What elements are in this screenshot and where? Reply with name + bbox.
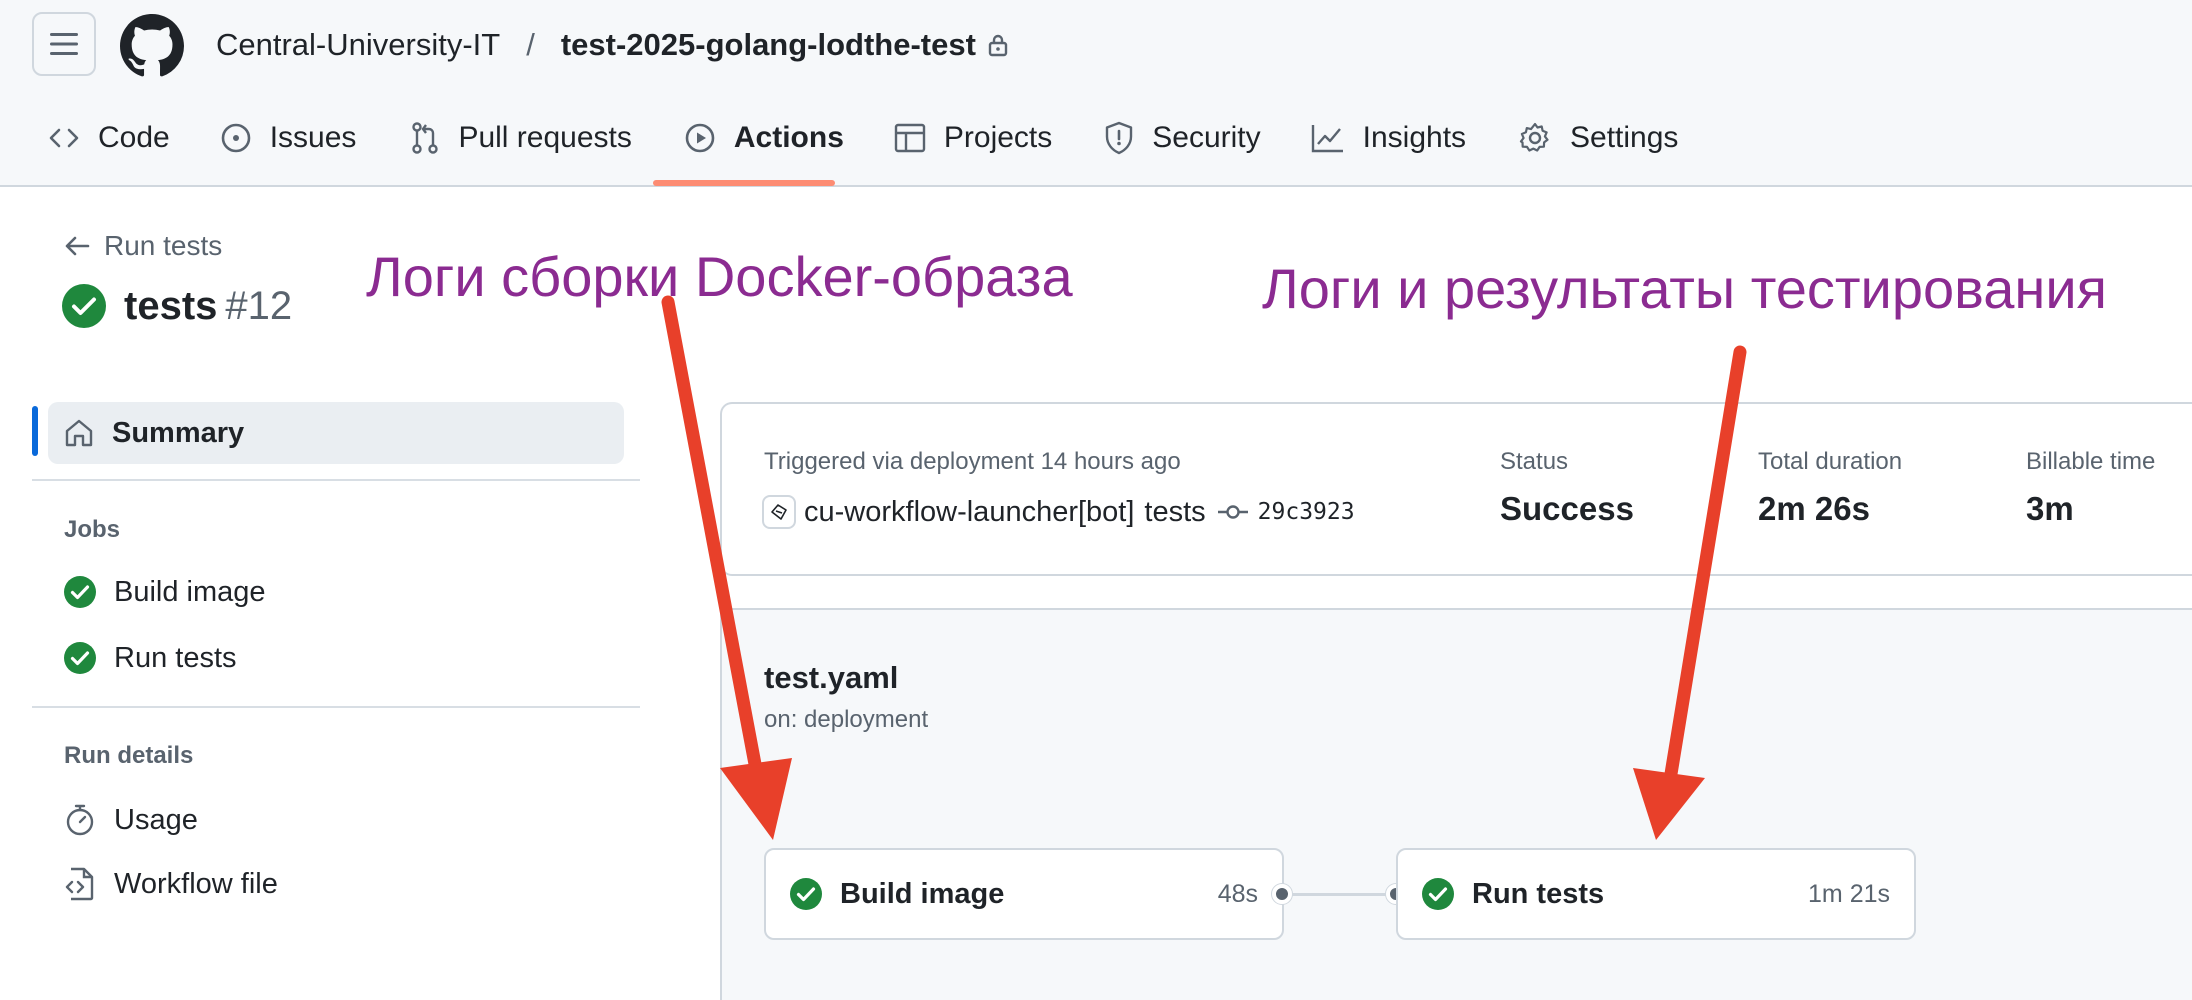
play-circle-icon (684, 122, 716, 154)
tab-code-label: Code (98, 120, 170, 154)
tab-settings[interactable]: Settings (1518, 110, 1678, 187)
workflow-graph: test.yaml on: deployment Build image 48s… (720, 608, 2192, 1000)
check-circle-fill-icon (790, 878, 822, 910)
sidebar-item-build-image[interactable]: Build image (64, 572, 266, 612)
run-title: tests #12 (62, 280, 292, 332)
code-icon (48, 124, 80, 152)
annotation-build-logs: Логи сборки Docker-образа (366, 245, 1073, 308)
sidebar-job-label: Run tests (114, 641, 237, 674)
actor-row: cu-workflow-launcher[bot] tests 29c3923 (762, 492, 1355, 532)
sidebar-item-run-tests[interactable]: Run tests (64, 638, 237, 678)
sidebar-workflow-file-label: Workflow file (114, 867, 278, 900)
billable-column: Billable time 3m (2026, 448, 2155, 528)
issue-circle-icon (220, 122, 252, 154)
sidebar-item-workflow-file[interactable]: Workflow file (64, 864, 278, 904)
pull-request-icon (410, 121, 440, 155)
repo-nav: Code Issues Pull requests Actions Projec… (0, 110, 1678, 187)
annotation-test-logs: Логи и результаты тестирования (1262, 257, 2107, 320)
triggered-text: Triggered via deployment 14 hours ago (764, 448, 1181, 475)
tab-pull-requests-label: Pull requests (458, 120, 632, 154)
bot-logo-icon (771, 504, 787, 520)
active-tab-underline (653, 180, 835, 186)
tab-actions-label: Actions (733, 120, 844, 154)
billable-label: Billable time (2026, 448, 2156, 475)
tab-security[interactable]: Security (1104, 110, 1261, 187)
table-icon (894, 123, 926, 153)
run-details-section-title: Run details (64, 742, 194, 769)
jobs-section-title: Jobs (64, 516, 121, 543)
commit-sha-link[interactable]: 29c3923 (1258, 499, 1355, 525)
check-circle-fill-icon (64, 576, 96, 608)
tab-insights-label: Insights (1362, 120, 1467, 154)
job-card-run-tests[interactable]: Run tests 1m 21s (1396, 848, 1916, 940)
tab-projects[interactable]: Projects (894, 110, 1052, 187)
shield-icon (1104, 121, 1134, 155)
job-duration: 1m 21s (1808, 879, 1890, 908)
arrow-left-icon (64, 234, 90, 258)
sidebar-item-summary[interactable]: Summary (48, 402, 624, 464)
status-label: Status (1500, 448, 1569, 475)
bot-avatar[interactable] (762, 495, 796, 529)
sidebar-job-label: Build image (114, 575, 266, 608)
summary-active-indicator (32, 406, 38, 456)
duration-column: Total duration 2m 26s (1758, 448, 1902, 528)
page: Central-University-IT / test-2025-golang… (0, 0, 2192, 1000)
repo-header: Central-University-IT / test-2025-golang… (0, 0, 2192, 187)
hamburger-icon (50, 33, 78, 55)
back-link-label: Run tests (104, 230, 223, 261)
tab-issues-label: Issues (269, 120, 357, 154)
tab-actions[interactable]: Actions (684, 110, 844, 187)
file-code-icon (64, 867, 96, 901)
sidebar-divider (32, 706, 640, 708)
breadcrumb-owner-link[interactable]: Central-University-IT (216, 27, 500, 63)
breadcrumb: Central-University-IT / test-2025-golang… (216, 22, 1008, 68)
run-name: tests (124, 283, 218, 328)
breadcrumb-separator: / (526, 27, 535, 62)
check-circle-fill-icon (64, 642, 96, 674)
lock-icon (988, 33, 1008, 57)
tab-code[interactable]: Code (48, 110, 170, 187)
status-column: Status Success (1500, 448, 1634, 528)
hamburger-menu-button[interactable] (32, 12, 96, 76)
event-name: tests (1144, 495, 1206, 528)
workflow-file-name[interactable]: test.yaml (764, 660, 898, 696)
gear-icon (1518, 121, 1552, 155)
job-output-dot (1272, 884, 1292, 904)
sidebar-divider (32, 479, 640, 481)
stopwatch-icon (64, 803, 96, 837)
github-logo-icon[interactable] (120, 14, 184, 78)
sidebar-item-usage[interactable]: Usage (64, 800, 198, 840)
check-circle-fill-icon (1422, 878, 1454, 910)
billable-value: 3m (2026, 490, 2074, 527)
tab-insights[interactable]: Insights (1311, 110, 1466, 187)
home-icon (64, 418, 94, 448)
tab-security-label: Security (1152, 120, 1261, 154)
run-number: #12 (225, 283, 293, 328)
git-commit-icon (1217, 503, 1248, 521)
run-summary-card: Triggered via deployment 14 hours ago cu… (720, 402, 2192, 576)
workflow-trigger: on: deployment (764, 706, 929, 733)
job-duration: 48s (1217, 879, 1258, 908)
tab-pull-requests[interactable]: Pull requests (410, 110, 632, 187)
job-name: Build image (840, 877, 1005, 910)
back-to-workflow-link[interactable]: Run tests (64, 228, 222, 264)
sidebar-usage-label: Usage (114, 803, 198, 836)
duration-label: Total duration (1758, 448, 1903, 475)
actor-link[interactable]: cu-workflow-launcher[bot] (804, 496, 1134, 529)
job-card-build-image[interactable]: Build image 48s (764, 848, 1284, 940)
tab-projects-label: Projects (943, 120, 1053, 154)
sidebar-summary-label: Summary (112, 416, 245, 449)
duration-value: 2m 26s (1758, 490, 1870, 527)
graph-icon (1311, 123, 1345, 153)
job-name: Run tests (1472, 877, 1605, 910)
job-connector-line (1284, 893, 1398, 896)
tab-issues[interactable]: Issues (220, 110, 357, 187)
check-circle-fill-icon (62, 284, 106, 328)
status-value: Success (1500, 490, 1634, 527)
breadcrumb-repo-link[interactable]: test-2025-golang-lodthe-test (561, 27, 976, 63)
tab-settings-label: Settings (1570, 120, 1679, 154)
